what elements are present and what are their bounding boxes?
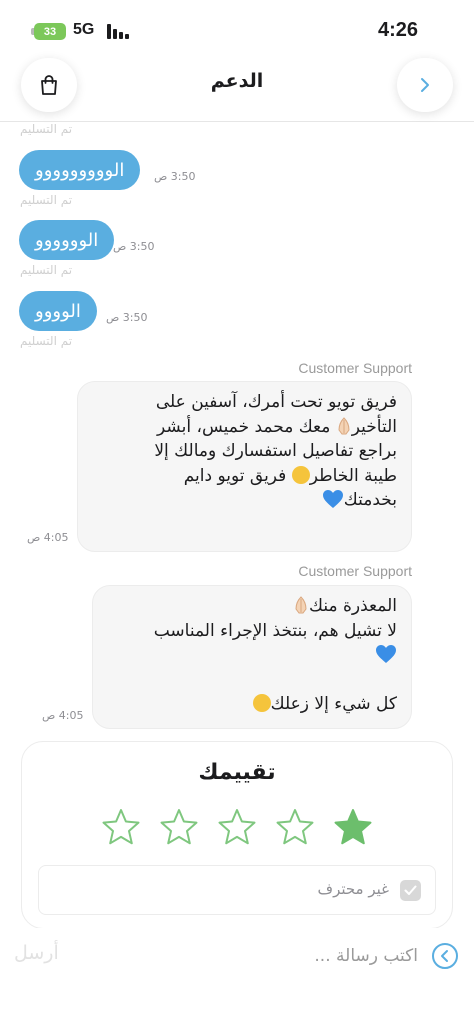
forward-button[interactable] — [397, 58, 453, 112]
blue-heart-icon — [322, 490, 343, 508]
star-2-icon[interactable] — [276, 808, 314, 846]
rating-title: تقييمك — [198, 760, 276, 785]
clock: 4:26 — [377, 19, 418, 41]
star-3-icon[interactable] — [218, 808, 256, 846]
message-input-bar: أرسل — [0, 928, 474, 984]
message-line: المعذرة منك — [107, 594, 397, 619]
delivered-status: تم التسليم — [20, 122, 73, 136]
message-line: التأخير معك محمد خميس، أبشر — [157, 416, 397, 437]
user-message[interactable]: الوووو — [19, 291, 97, 331]
feedback-option[interactable]: غير محترف — [38, 865, 436, 915]
star-5-icon[interactable] — [102, 808, 140, 846]
blue-heart-icon — [376, 645, 396, 663]
user-message[interactable]: الووووووووو — [19, 150, 141, 190]
delivered-status: تم التسليم — [20, 263, 73, 277]
message-time: 3:50 ص — [106, 311, 148, 324]
delivered-status: تم التسليم — [20, 334, 73, 348]
delivered-status: تم التسليم — [20, 193, 73, 207]
sender-name: Customer Support — [298, 360, 412, 376]
agent-message[interactable]: فريق تويو تحت أمرك، آسفين على التأخير مع… — [77, 381, 412, 552]
message-line: كل شيء إلا زعلك — [107, 692, 397, 717]
battery-icon: 33 — [31, 23, 66, 40]
message-time: 3:50 ص — [113, 240, 155, 253]
network-type: 5G — [73, 21, 95, 38]
chat-log[interactable]: تم التسليم الووووووووو 3:50 ص تم التسليم… — [0, 122, 474, 742]
message-input[interactable] — [238, 942, 418, 970]
status-bar: 33 5G 4:26 — [0, 0, 474, 56]
message-time: 4:05 ص — [42, 709, 84, 722]
praying-hands-icon — [338, 416, 350, 434]
message-time: 4:05 ص — [27, 531, 69, 544]
star-rating[interactable] — [102, 808, 377, 848]
expand-button[interactable] — [432, 943, 458, 969]
user-message[interactable]: الوووووو — [19, 220, 115, 260]
message-line: بخدمتك — [92, 488, 397, 513]
send-button[interactable]: أرسل — [14, 942, 59, 964]
feedback-checkbox[interactable] — [400, 880, 421, 901]
checkmark-icon — [404, 885, 417, 895]
hugging-face-icon — [252, 693, 271, 712]
battery-level: 33 — [43, 25, 57, 38]
message-time: 3:50 ص — [154, 170, 196, 183]
message-line: طيبة الخاطر فريق تويو دايم — [183, 465, 397, 486]
message-line: براجع تفاصيل استفسارك ومالك إلا — [154, 441, 397, 461]
agent-message[interactable]: المعذرة منك لا تشيل هم، بنتخذ الإجراء ال… — [92, 585, 412, 729]
chevron-right-icon — [421, 78, 429, 92]
star-4-icon[interactable] — [160, 808, 198, 846]
message-line: فريق تويو تحت أمرك، آسفين على — [155, 392, 397, 412]
praying-hands-icon — [295, 596, 307, 614]
signal-icon — [107, 24, 129, 39]
chevron-left-icon — [441, 950, 448, 962]
message-line — [107, 643, 397, 668]
message-line: لا تشيل هم، بنتخذ الإجراء المناسب — [153, 620, 397, 641]
header: الدعم — [0, 56, 474, 122]
hugging-face-icon — [291, 465, 310, 484]
feedback-option-label: غير محترف — [317, 880, 389, 898]
sender-name: Customer Support — [298, 563, 412, 579]
rating-card: تقييمك غير محترف — [21, 741, 453, 929]
star-1-icon[interactable] — [334, 808, 372, 846]
